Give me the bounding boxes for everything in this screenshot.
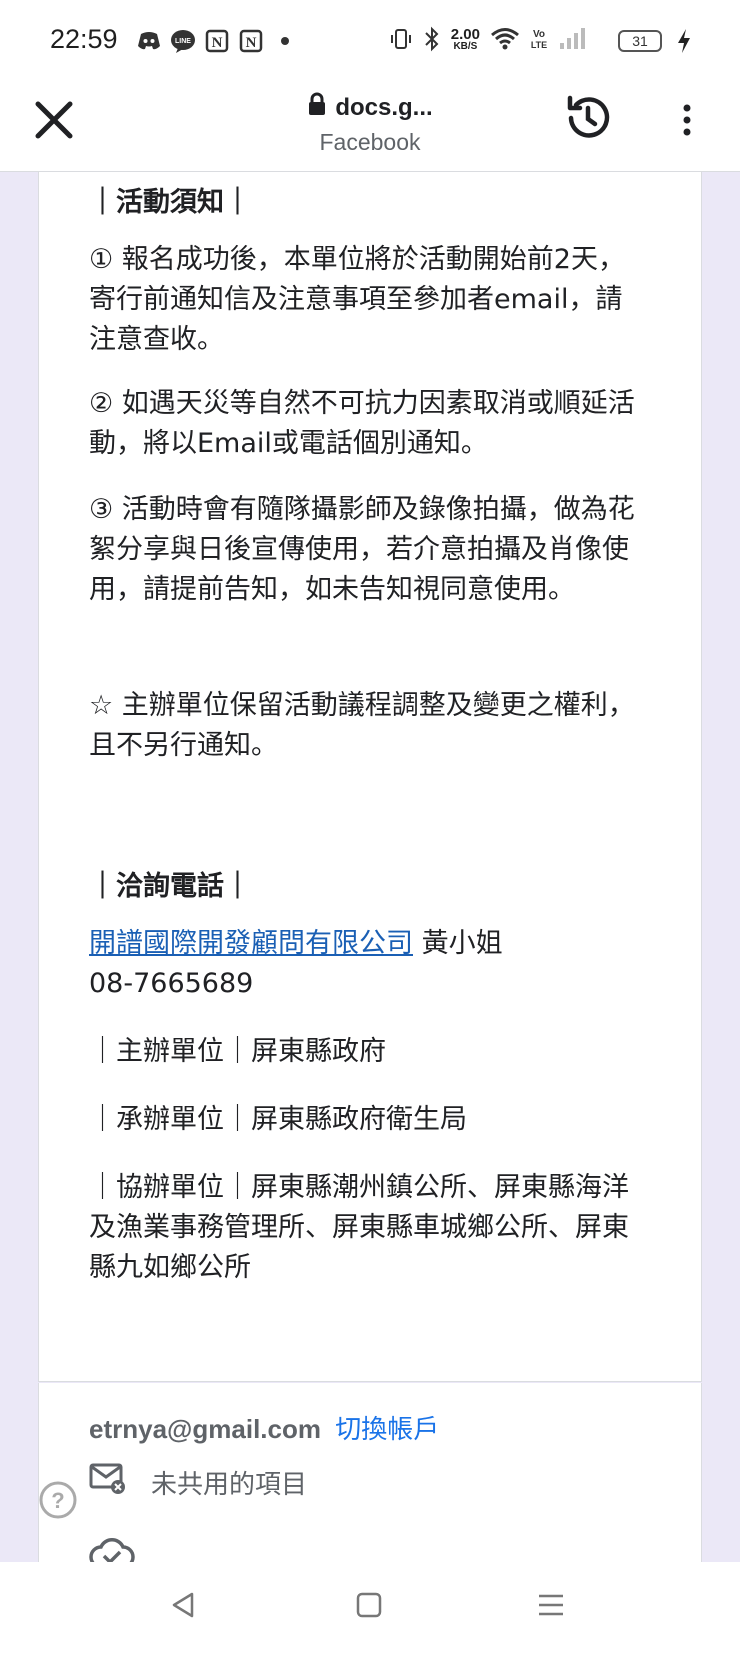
menu-lines-icon <box>539 1594 563 1616</box>
unshared-items-row: 未共用的項目 <box>89 1463 307 1502</box>
svg-text:?: ? <box>51 1488 64 1513</box>
line-icon: LINE <box>170 28 196 54</box>
dot-icon <box>272 28 298 54</box>
company-link[interactable]: 開譜國際開發顧問有限公司 <box>89 928 413 959</box>
history-button[interactable] <box>562 92 614 144</box>
account-email: etrnya@gmail.com <box>89 1414 321 1444</box>
notice-item-1: ① 報名成功後，本單位將於活動開始前2天，寄行前通知信及注意事項至參加者emai… <box>89 244 625 355</box>
notice-item-3: ③ 活動時會有隨隊攝影師及錄像拍攝，做為花絮分享與日後宣傳使用，若介意拍攝及肖像… <box>89 494 635 605</box>
switch-account-link[interactable]: 切換帳戶 <box>335 1415 439 1445</box>
help-button[interactable]: ? <box>38 1480 78 1520</box>
svg-text:LTE: LTE <box>531 40 547 50</box>
url-display[interactable]: docs.g... Facebook <box>240 92 500 156</box>
battery-icon: 31 <box>618 30 662 52</box>
home-square-icon <box>356 1592 382 1618</box>
form-description-card: ｜活動須知｜ ① 報名成功後，本單位將於活動開始前2天，寄行前通知信及注意事項至… <box>38 172 702 1382</box>
back-button[interactable] <box>168 1590 198 1624</box>
account-footer: etrnya@gmail.com 切換帳戶 未共用的項目 <box>38 1383 702 1562</box>
signal-icon <box>558 27 586 55</box>
help-icon: ? <box>39 1481 77 1519</box>
history-icon <box>567 95 610 138</box>
notion-icon: N <box>238 28 264 54</box>
svg-text:N: N <box>212 35 223 51</box>
bluetooth-icon <box>423 26 441 56</box>
close-button[interactable] <box>32 98 76 142</box>
account-line: etrnya@gmail.com 切換帳戶 <box>89 1409 439 1446</box>
svg-text:Vo: Vo <box>533 29 545 40</box>
home-button[interactable] <box>354 1590 384 1624</box>
url-text: docs.g... <box>335 93 433 121</box>
back-triangle-icon <box>172 1592 194 1618</box>
browser-toolbar: docs.g... Facebook <box>0 84 740 172</box>
net-speed: 2.00 KB/S <box>450 26 480 52</box>
executor: ｜承辦單位｜屏東縣政府衛生局 <box>89 1104 467 1135</box>
notification-icons: LINE N N <box>136 28 298 54</box>
notice-item-2: ② 如遇天災等自然不可抗力因素取消或順延活動，將以Email或電話個別通知。 <box>89 388 635 459</box>
cloud-done-icon <box>89 1533 135 1562</box>
wifi-icon <box>490 27 520 55</box>
notice-star: ☆ 主辦單位保留活動議程調整及變更之權利，且不另行通知。 <box>89 690 635 761</box>
contact-person: 黃小姐 <box>413 928 503 959</box>
svg-text:LINE: LINE <box>175 38 191 45</box>
recents-button[interactable] <box>536 1590 566 1624</box>
notice-title: ｜活動須知｜ <box>89 187 251 218</box>
system-icons: 2.00 KB/S Vo LTE <box>389 26 656 56</box>
close-icon <box>35 101 73 139</box>
status-bar: 22:59 LINE N N 2.00 KB/S Vo LTE 31 <box>0 0 740 84</box>
contact-phone: 08-7665689 <box>89 968 254 999</box>
navigation-bar <box>0 1562 740 1653</box>
more-vert-icon <box>683 104 691 136</box>
organizer: ｜主辦單位｜屏東縣政府 <box>89 1036 386 1067</box>
svg-text:N: N <box>246 35 257 51</box>
mail-off-icon <box>89 1463 127 1502</box>
url-subtitle: Facebook <box>319 129 421 155</box>
contact-info: 開譜國際開發顧問有限公司 黃小姐 08-7665689 <box>89 924 649 1004</box>
vibrate-icon <box>389 27 413 55</box>
discord-icon <box>136 28 162 54</box>
lock-icon <box>307 92 327 123</box>
contact-title: ｜洽詢電話｜ <box>89 871 251 902</box>
charging-icon <box>676 28 692 58</box>
more-options-button[interactable] <box>672 98 702 142</box>
co-organizers: ｜協辦單位｜屏東縣潮州鎮公所、屏東縣海洋及漁業事務管理所、屏東縣車城鄉公所、屏東… <box>89 1172 629 1283</box>
notion-icon: N <box>204 28 230 54</box>
status-time: 22:59 <box>50 24 118 54</box>
unshared-items-label: 未共用的項目 <box>151 1470 308 1500</box>
volte-icon: Vo LTE <box>530 27 548 55</box>
form-page: ｜活動須知｜ ① 報名成功後，本單位將於活動開始前2天，寄行前通知信及注意事項至… <box>0 172 740 1562</box>
